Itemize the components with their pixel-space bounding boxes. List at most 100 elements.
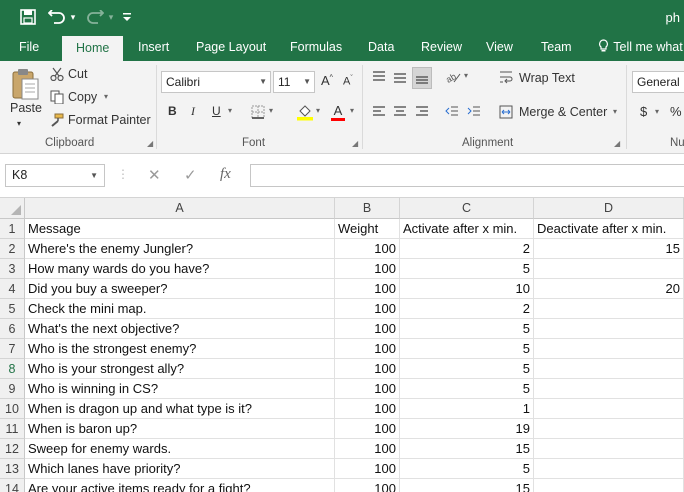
clipboard-launcher-icon[interactable]: ◢ (147, 139, 153, 148)
copy-dropdown-icon[interactable]: ▾ (104, 92, 108, 101)
cell-b[interactable]: 100 (335, 359, 400, 379)
cell-d[interactable] (534, 459, 684, 479)
row-header[interactable]: 3 (0, 259, 25, 279)
cell-a[interactable]: Who is the strongest enemy? (25, 339, 335, 359)
font-name-dropdown[interactable]: Calibri ▼ (161, 71, 271, 93)
align-left-icon[interactable] (371, 104, 387, 120)
cell-b[interactable]: 100 (335, 419, 400, 439)
cut-button[interactable]: Cut (68, 67, 87, 81)
tab-file[interactable]: File (19, 34, 39, 61)
row-header[interactable]: 12 (0, 439, 25, 459)
cell-d[interactable]: 15 (534, 239, 684, 259)
merge-center-button[interactable]: Merge & Center (519, 105, 607, 119)
cell-a[interactable]: Sweep for enemy wards. (25, 439, 335, 459)
cell-c[interactable]: 5 (400, 319, 534, 339)
cell-b[interactable]: 100 (335, 299, 400, 319)
cell-b[interactable]: 100 (335, 479, 400, 492)
copy-icon[interactable] (50, 90, 64, 104)
row-header[interactable]: 1 (0, 219, 25, 239)
cell-d[interactable] (534, 399, 684, 419)
number-format-dropdown[interactable]: General (632, 71, 684, 93)
cell-c[interactable]: 15 (400, 479, 534, 492)
merge-center-dropdown-icon[interactable]: ▾ (613, 107, 617, 116)
select-all-corner[interactable] (0, 198, 25, 219)
cell-b[interactable]: 100 (335, 379, 400, 399)
cell-d[interactable] (534, 419, 684, 439)
undo-icon[interactable] (46, 6, 68, 28)
cell-c[interactable]: 5 (400, 359, 534, 379)
bold-button[interactable]: B (168, 104, 177, 118)
align-right-icon[interactable] (414, 104, 430, 120)
column-header-c[interactable]: C (400, 198, 534, 219)
row-header[interactable]: 7 (0, 339, 25, 359)
shrink-font-button[interactable]: Aˇ (343, 75, 353, 88)
redo-dropdown-icon[interactable]: ▾ (106, 6, 116, 28)
percent-button[interactable]: % (670, 104, 682, 119)
formula-input[interactable] (250, 164, 684, 187)
cell-b[interactable]: Weight (335, 219, 400, 239)
cell-d[interactable] (534, 339, 684, 359)
row-header[interactable]: 10 (0, 399, 25, 419)
borders-icon[interactable] (250, 104, 266, 120)
cell-c[interactable]: 1 (400, 399, 534, 419)
cell-d[interactable] (534, 479, 684, 492)
font-color-dropdown-icon[interactable]: ▾ (350, 106, 354, 115)
tab-formulas[interactable]: Formulas (290, 34, 342, 61)
row-header[interactable]: 2 (0, 239, 25, 259)
redo-icon[interactable] (84, 6, 106, 28)
paste-icon[interactable] (8, 65, 42, 105)
cell-b[interactable]: 100 (335, 459, 400, 479)
currency-button[interactable]: $ (640, 104, 647, 119)
cell-c[interactable]: 5 (400, 339, 534, 359)
row-header[interactable]: 6 (0, 319, 25, 339)
cell-b[interactable]: 100 (335, 399, 400, 419)
worksheet-grid[interactable]: A B C D 1 Message Weight Activate after x m… (0, 198, 684, 492)
cell-c[interactable]: 15 (400, 439, 534, 459)
cell-a[interactable]: What's the next objective? (25, 319, 335, 339)
enter-icon[interactable]: ✓ (184, 166, 197, 184)
cell-d[interactable] (534, 299, 684, 319)
align-middle-icon[interactable] (392, 69, 408, 85)
tab-team[interactable]: Team (541, 34, 572, 61)
row-header[interactable]: 14 (0, 479, 25, 492)
cell-d[interactable] (534, 319, 684, 339)
cell-c[interactable]: 5 (400, 459, 534, 479)
cut-icon[interactable] (50, 67, 64, 81)
cell-c[interactable]: 5 (400, 259, 534, 279)
tab-page-layout[interactable]: Page Layout (196, 34, 266, 61)
cancel-icon[interactable]: ✕ (148, 166, 161, 184)
merge-center-icon[interactable] (498, 104, 514, 120)
borders-dropdown-icon[interactable]: ▾ (269, 106, 273, 115)
cell-a[interactable]: Are your active items ready for a fight? (25, 479, 335, 492)
cell-d[interactable] (534, 359, 684, 379)
italic-button[interactable]: I (191, 104, 195, 119)
cell-b[interactable]: 100 (335, 339, 400, 359)
align-center-icon[interactable] (392, 104, 408, 120)
cell-c[interactable]: Activate after x min. (400, 219, 534, 239)
cell-b[interactable]: 100 (335, 279, 400, 299)
cell-a[interactable]: How many wards do you have? (25, 259, 335, 279)
format-painter-icon[interactable] (50, 113, 64, 127)
row-header[interactable]: 5 (0, 299, 25, 319)
cell-d[interactable]: Deactivate after x min. (534, 219, 684, 239)
decrease-indent-icon[interactable] (444, 104, 460, 120)
underline-button[interactable]: U (212, 104, 221, 118)
insert-function-icon[interactable]: fx (220, 166, 231, 183)
tab-review[interactable]: Review (421, 34, 462, 61)
font-color-icon[interactable]: A (330, 102, 346, 122)
row-header[interactable]: 9 (0, 379, 25, 399)
cell-c[interactable]: 10 (400, 279, 534, 299)
format-painter-button[interactable]: Format Painter (68, 113, 151, 127)
cell-a[interactable]: Message (25, 219, 335, 239)
cell-b[interactable]: 100 (335, 439, 400, 459)
cell-a[interactable]: Who is winning in CS? (25, 379, 335, 399)
cell-d[interactable]: 20 (534, 279, 684, 299)
cell-a[interactable]: When is dragon up and what type is it? (25, 399, 335, 419)
tab-view[interactable]: View (486, 34, 513, 61)
row-header[interactable]: 4 (0, 279, 25, 299)
cell-a[interactable]: Who is your strongest ally? (25, 359, 335, 379)
wrap-text-icon[interactable] (498, 69, 514, 85)
cell-b[interactable]: 100 (335, 319, 400, 339)
column-header-b[interactable]: B (335, 198, 400, 219)
paste-dropdown-icon[interactable]: ▾ (17, 119, 21, 128)
